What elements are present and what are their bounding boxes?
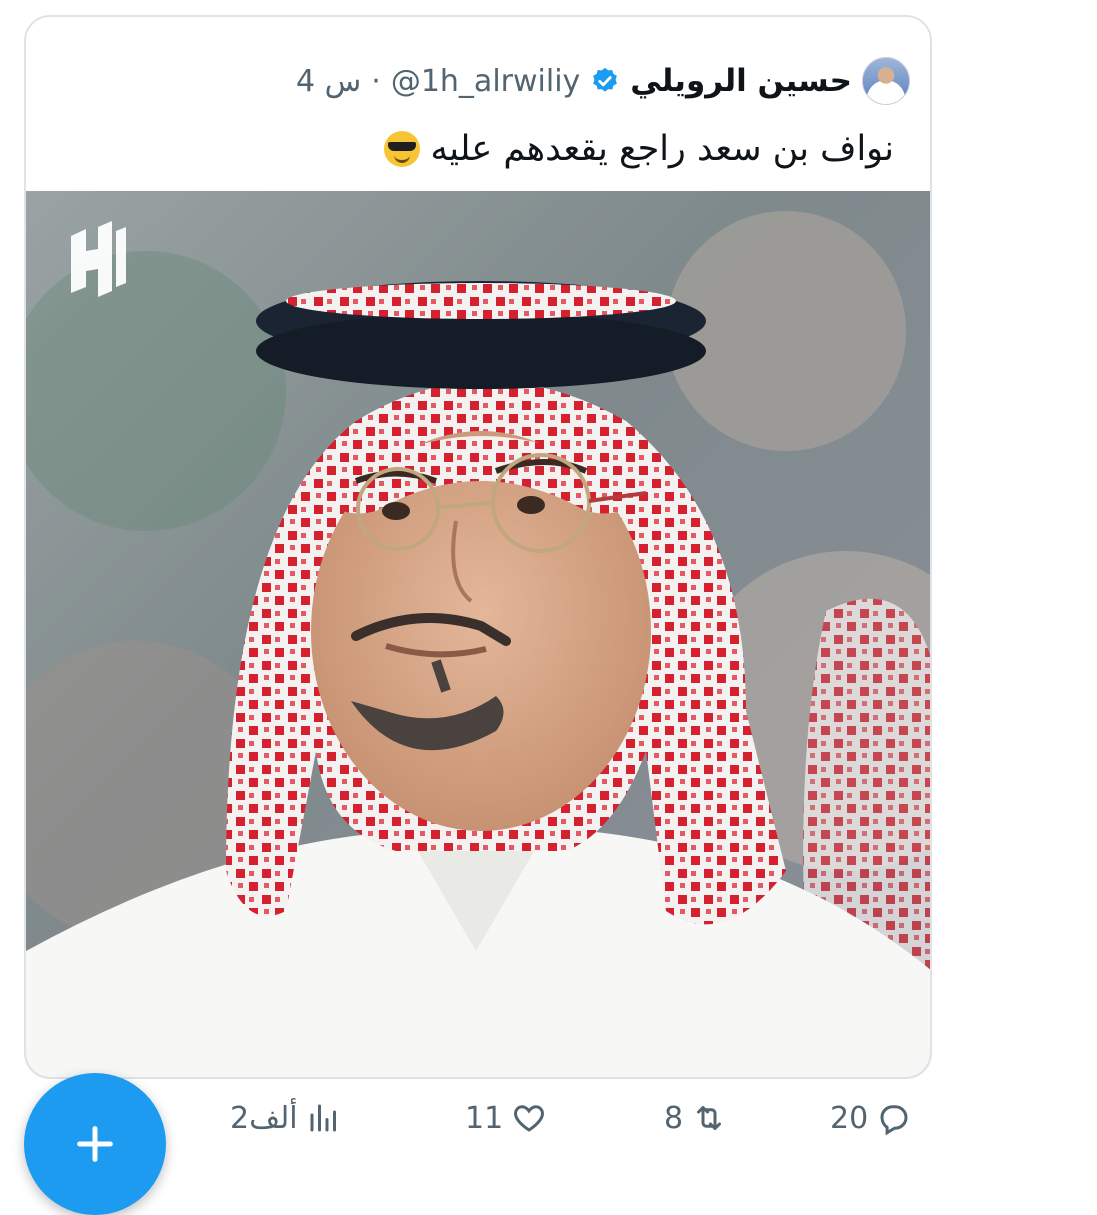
separator-dot: · bbox=[371, 63, 381, 99]
heart-icon bbox=[514, 1105, 545, 1132]
tweet-text: نواف بن سعد راجع يقعدهم عليه bbox=[430, 129, 894, 169]
avatar[interactable] bbox=[862, 57, 910, 105]
retweet-count: 8 bbox=[664, 1100, 684, 1136]
photo-illustration bbox=[26, 191, 930, 1077]
verified-badge-icon bbox=[593, 67, 618, 92]
reply-icon bbox=[880, 1105, 908, 1136]
retweet-icon bbox=[697, 1106, 722, 1130]
reply-action[interactable]: 20 bbox=[830, 1100, 912, 1136]
tweet-photo[interactable] bbox=[26, 191, 930, 1077]
plus-icon bbox=[77, 1126, 113, 1162]
views-count: 2ألف bbox=[230, 1100, 298, 1136]
sunglasses-emoji-icon bbox=[384, 131, 421, 167]
club-logo bbox=[71, 221, 126, 297]
views-action[interactable]: 2ألف bbox=[230, 1100, 342, 1136]
author-name[interactable]: حسين الرويلي bbox=[630, 63, 852, 99]
author-handle[interactable]: @1h_alrwiliy bbox=[391, 64, 580, 99]
tweet-card[interactable]: حسين الرويلي @1h_alrwiliy · 4 س نواف بن … bbox=[24, 15, 932, 1079]
tweet-header: حسين الرويلي @1h_alrwiliy · 4 س نواف بن … bbox=[26, 17, 930, 169]
compose-button[interactable] bbox=[24, 1073, 166, 1215]
tweet-text-row: نواف بن سعد راجع يقعدهم عليه bbox=[384, 129, 894, 169]
retweet-action[interactable]: 8 bbox=[664, 1100, 727, 1136]
tweet-time[interactable]: 4 س bbox=[296, 64, 361, 99]
views-icon bbox=[310, 1104, 336, 1132]
author-row: حسين الرويلي @1h_alrwiliy · 4 س bbox=[296, 57, 910, 105]
like-count: 11 bbox=[465, 1100, 504, 1136]
reply-count: 20 bbox=[830, 1100, 869, 1136]
like-action[interactable]: 11 bbox=[465, 1100, 547, 1136]
